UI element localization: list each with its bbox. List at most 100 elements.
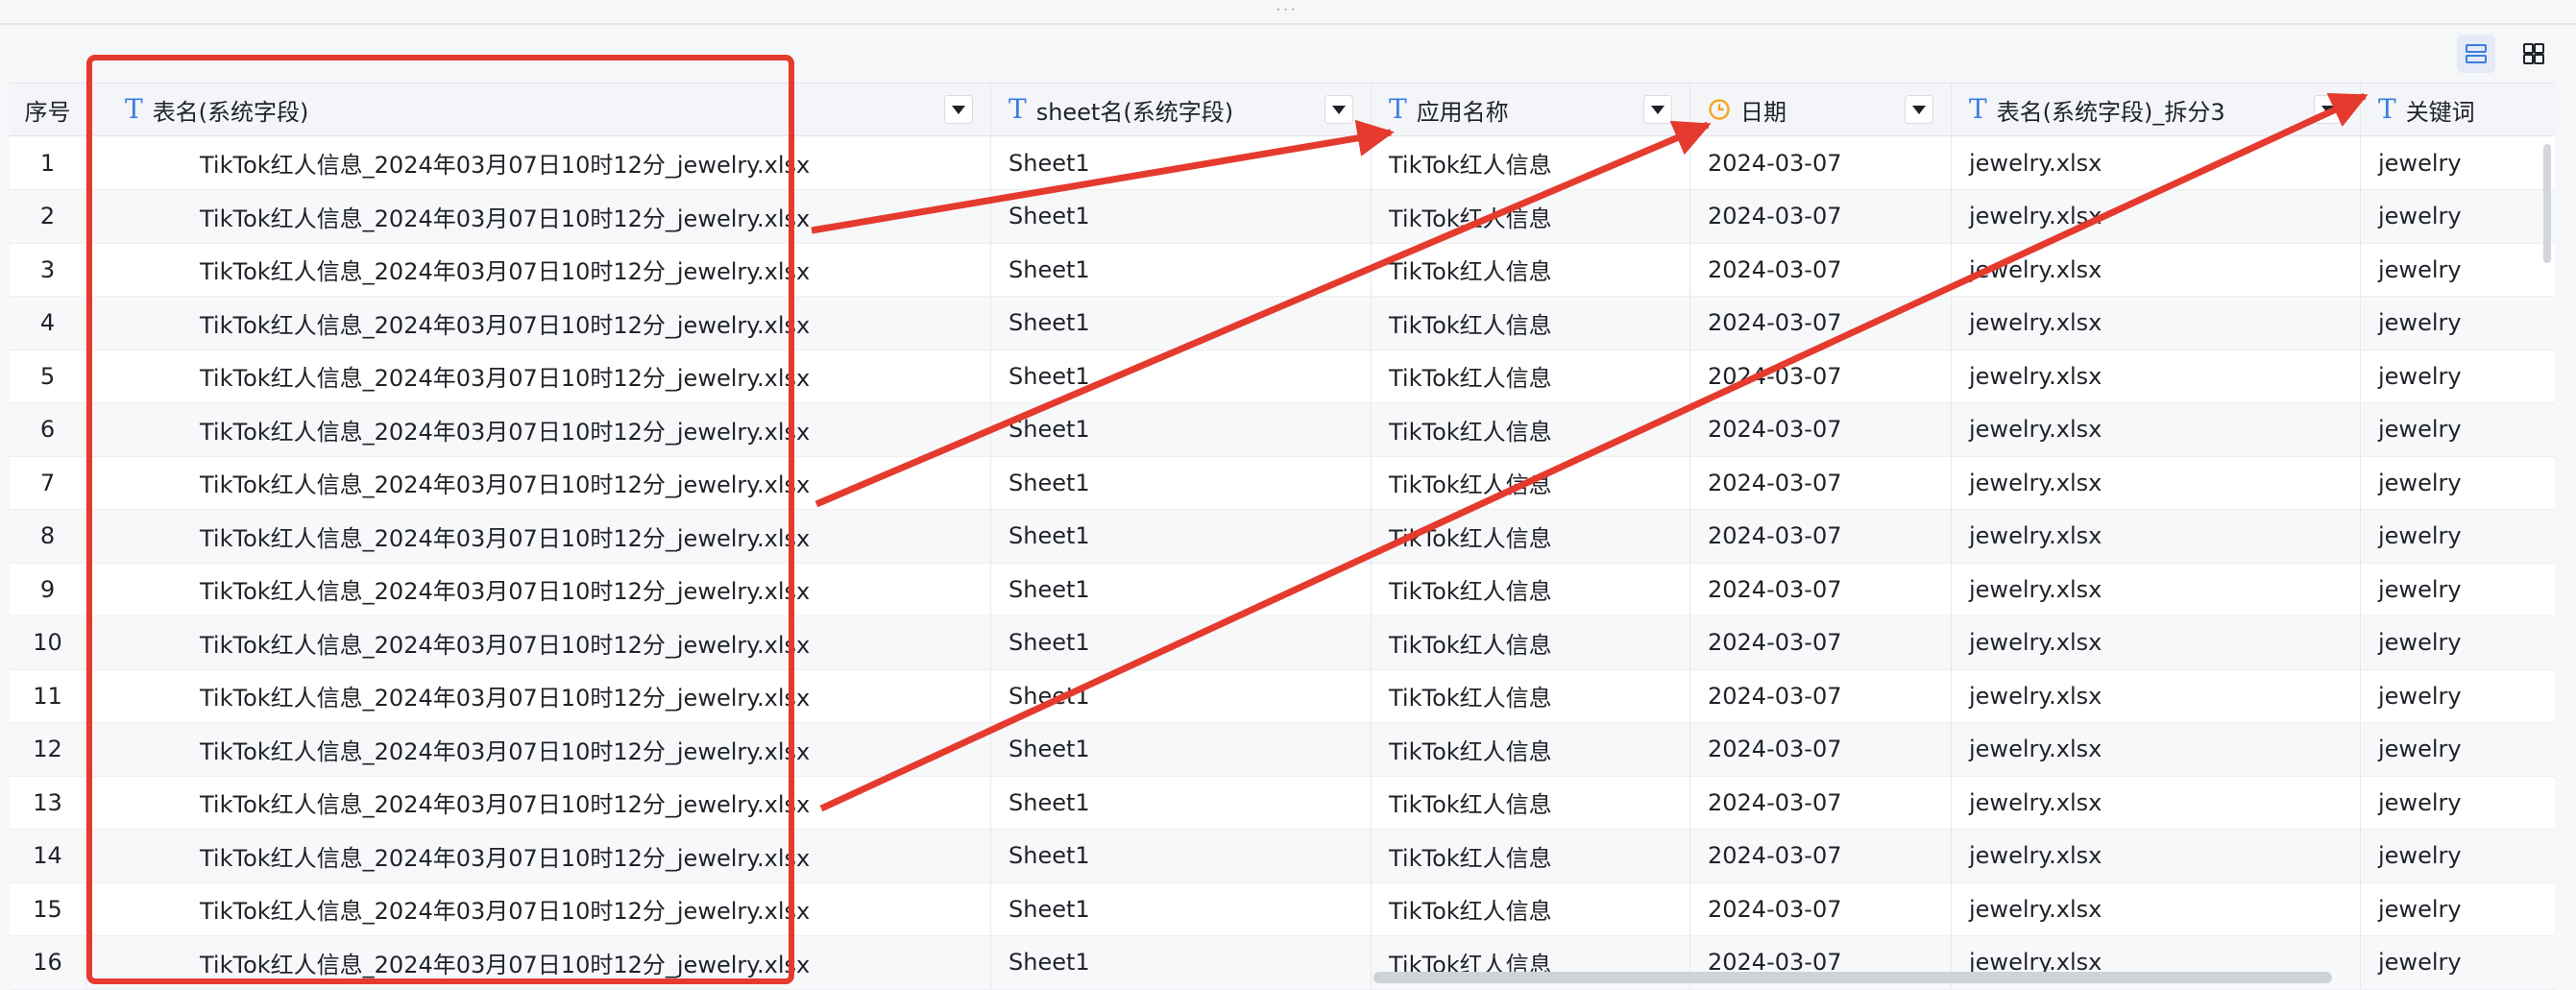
table-cell[interactable]: Sheet1 — [991, 243, 1372, 296]
table-cell[interactable]: jewelry.xlsx — [1952, 669, 2361, 722]
table-cell[interactable]: jewelry — [2361, 669, 2555, 722]
table-cell[interactable]: TikTok红人信息 — [1372, 402, 1690, 456]
row-number-cell[interactable]: 10 — [10, 616, 86, 669]
table-cell[interactable]: TikTok红人信息 — [1372, 456, 1690, 509]
table-cell[interactable]: jewelry — [2361, 136, 2555, 189]
table-cell[interactable]: Sheet1 — [991, 563, 1372, 616]
table-cell[interactable]: 2024-03-07 — [1690, 722, 1952, 776]
table-cell[interactable]: TikTok红人信息 — [1372, 616, 1690, 669]
table-cell[interactable]: jewelry.xlsx — [1952, 563, 2361, 616]
table-cell[interactable]: TikTok红人信息_2024年03月07日10时12分_jewelry.xls… — [86, 296, 991, 350]
table-cell[interactable]: TikTok红人信息 — [1372, 296, 1690, 350]
vertical-scrollbar[interactable] — [2543, 144, 2551, 263]
table-cell[interactable]: Sheet1 — [991, 402, 1372, 456]
table-row[interactable]: 15 TikTok红人信息_2024年03月07日10时12分_jewelry.x… — [10, 882, 2555, 936]
table-cell[interactable]: jewelry.xlsx — [1952, 829, 2361, 882]
table-cell[interactable]: 2024-03-07 — [1690, 509, 1952, 563]
table-cell[interactable]: Sheet1 — [991, 829, 1372, 882]
table-row[interactable]: 4 TikTok红人信息_2024年03月07日10时12分_jewelry.xl… — [10, 296, 2555, 350]
table-cell[interactable]: TikTok红人信息 — [1372, 776, 1690, 829]
table-cell[interactable]: Sheet1 — [991, 296, 1372, 350]
table-cell[interactable]: TikTok红人信息_2024年03月07日10时12分_jewelry.xls… — [86, 189, 991, 243]
table-cell[interactable]: TikTok红人信息 — [1372, 882, 1690, 935]
table-cell[interactable]: jewelry — [2361, 190, 2555, 243]
horizontal-scrollbar[interactable] — [1373, 972, 2332, 983]
table-cell[interactable]: TikTok红人信息_2024年03月07日10时12分_jewelry.xls… — [86, 563, 991, 616]
table-cell[interactable]: TikTok红人信息_2024年03月07日10时12分_jewelry.xls… — [86, 935, 991, 989]
table-cell[interactable]: 2024-03-07 — [1690, 563, 1952, 616]
table-cell[interactable]: TikTok红人信息 — [1372, 136, 1690, 189]
column-dropdown-button[interactable] — [944, 95, 973, 124]
table-cell[interactable]: jewelry.xlsx — [1952, 776, 2361, 829]
table-cell[interactable]: jewelry — [2361, 936, 2555, 989]
table-row[interactable]: 14 TikTok红人信息_2024年03月07日10时12分_jewelry.x… — [10, 829, 2555, 883]
row-number-cell[interactable]: 4 — [10, 296, 86, 350]
table-row[interactable]: 12 TikTok红人信息_2024年03月07日10时12分_jewelry.x… — [10, 722, 2555, 777]
table-cell[interactable]: jewelry — [2361, 243, 2555, 296]
table-cell[interactable]: TikTok红人信息_2024年03月07日10时12分_jewelry.xls… — [86, 509, 991, 563]
table-cell[interactable]: Sheet1 — [991, 456, 1372, 509]
table-cell[interactable]: jewelry.xlsx — [1952, 616, 2361, 669]
table-cell[interactable]: 2024-03-07 — [1690, 829, 1952, 882]
table-cell[interactable]: Sheet1 — [991, 509, 1372, 563]
table-cell[interactable]: 2024-03-07 — [1690, 350, 1952, 402]
row-number-cell[interactable]: 12 — [10, 722, 86, 776]
table-cell[interactable]: 2024-03-07 — [1690, 136, 1952, 189]
table-cell[interactable]: 2024-03-07 — [1690, 456, 1952, 509]
column-dropdown-button[interactable] — [1905, 95, 1933, 124]
table-cell[interactable]: jewelry.xlsx — [1952, 509, 2361, 563]
table-cell[interactable]: jewelry — [2361, 297, 2555, 350]
table-row[interactable]: 1 TikTok红人信息_2024年03月07日10时12分_jewelry.xl… — [10, 136, 2555, 190]
table-cell[interactable]: jewelry — [2361, 776, 2555, 829]
table-cell[interactable]: jewelry — [2361, 882, 2555, 935]
grid-view-button[interactable] — [2515, 35, 2553, 73]
table-cell[interactable]: TikTok红人信息 — [1372, 243, 1690, 296]
table-cell[interactable]: Sheet1 — [991, 776, 1372, 829]
panel-resize-handle[interactable]: ··· — [0, 0, 2576, 25]
table-cell[interactable]: TikTok红人信息 — [1372, 722, 1690, 776]
column-dropdown-button[interactable] — [1324, 95, 1353, 124]
table-cell[interactable]: Sheet1 — [991, 616, 1372, 669]
table-row[interactable]: 7 TikTok红人信息_2024年03月07日10时12分_jewelry.xl… — [10, 456, 2555, 510]
table-row[interactable]: 3 TikTok红人信息_2024年03月07日10时12分_jewelry.xl… — [10, 243, 2555, 297]
row-number-cell[interactable]: 14 — [10, 829, 86, 882]
row-number-cell[interactable]: 16 — [10, 935, 86, 989]
table-cell[interactable]: Sheet1 — [991, 669, 1372, 722]
column-header-0[interactable]: 序号 — [10, 84, 86, 135]
row-number-cell[interactable]: 3 — [10, 243, 86, 296]
table-row[interactable]: 8 TikTok红人信息_2024年03月07日10时12分_jewelry.xl… — [10, 509, 2555, 564]
table-cell[interactable]: jewelry — [2361, 830, 2555, 882]
table-cell[interactable]: jewelry.xlsx — [1952, 722, 2361, 776]
table-cell[interactable]: Sheet1 — [991, 136, 1372, 189]
table-cell[interactable]: 2024-03-07 — [1690, 669, 1952, 722]
table-cell[interactable]: 2024-03-07 — [1690, 776, 1952, 829]
table-cell[interactable]: TikTok红人信息 — [1372, 189, 1690, 243]
row-number-cell[interactable]: 8 — [10, 509, 86, 563]
row-number-cell[interactable]: 7 — [10, 456, 86, 509]
table-cell[interactable]: jewelry.xlsx — [1952, 296, 2361, 350]
table-cell[interactable]: TikTok红人信息_2024年03月07日10时12分_jewelry.xls… — [86, 882, 991, 935]
table-row[interactable]: 6 TikTok红人信息_2024年03月07日10时12分_jewelry.xl… — [10, 402, 2555, 457]
table-cell[interactable]: Sheet1 — [991, 882, 1372, 935]
row-number-cell[interactable]: 1 — [10, 136, 86, 189]
row-number-cell[interactable]: 15 — [10, 882, 86, 935]
table-cell[interactable]: 2024-03-07 — [1690, 296, 1952, 350]
table-cell[interactable]: TikTok红人信息_2024年03月07日10时12分_jewelry.xls… — [86, 776, 991, 829]
column-header-2[interactable]: Tsheet名(系统字段) — [991, 84, 1372, 135]
table-row[interactable]: 5 TikTok红人信息_2024年03月07日10时12分_jewelry.xl… — [10, 350, 2555, 403]
table-cell[interactable]: jewelry — [2361, 563, 2555, 616]
table-cell[interactable]: TikTok红人信息_2024年03月07日10时12分_jewelry.xls… — [86, 616, 991, 669]
table-cell[interactable]: jewelry.xlsx — [1952, 456, 2361, 509]
table-cell[interactable]: jewelry.xlsx — [1952, 350, 2361, 402]
table-cell[interactable]: jewelry — [2361, 616, 2555, 669]
column-header-6[interactable]: T 关键词 — [2361, 84, 2555, 135]
table-cell[interactable]: jewelry — [2361, 723, 2555, 776]
table-row[interactable]: 11 TikTok红人信息_2024年03月07日10时12分_jewelry.x… — [10, 669, 2555, 723]
table-cell[interactable]: jewelry.xlsx — [1952, 189, 2361, 243]
table-cell[interactable]: jewelry — [2361, 350, 2555, 402]
table-cell[interactable]: 2024-03-07 — [1690, 189, 1952, 243]
table-cell[interactable]: jewelry.xlsx — [1952, 136, 2361, 189]
column-dropdown-button[interactable] — [2314, 95, 2343, 124]
row-number-cell[interactable]: 2 — [10, 189, 86, 243]
table-cell[interactable]: Sheet1 — [991, 350, 1372, 402]
